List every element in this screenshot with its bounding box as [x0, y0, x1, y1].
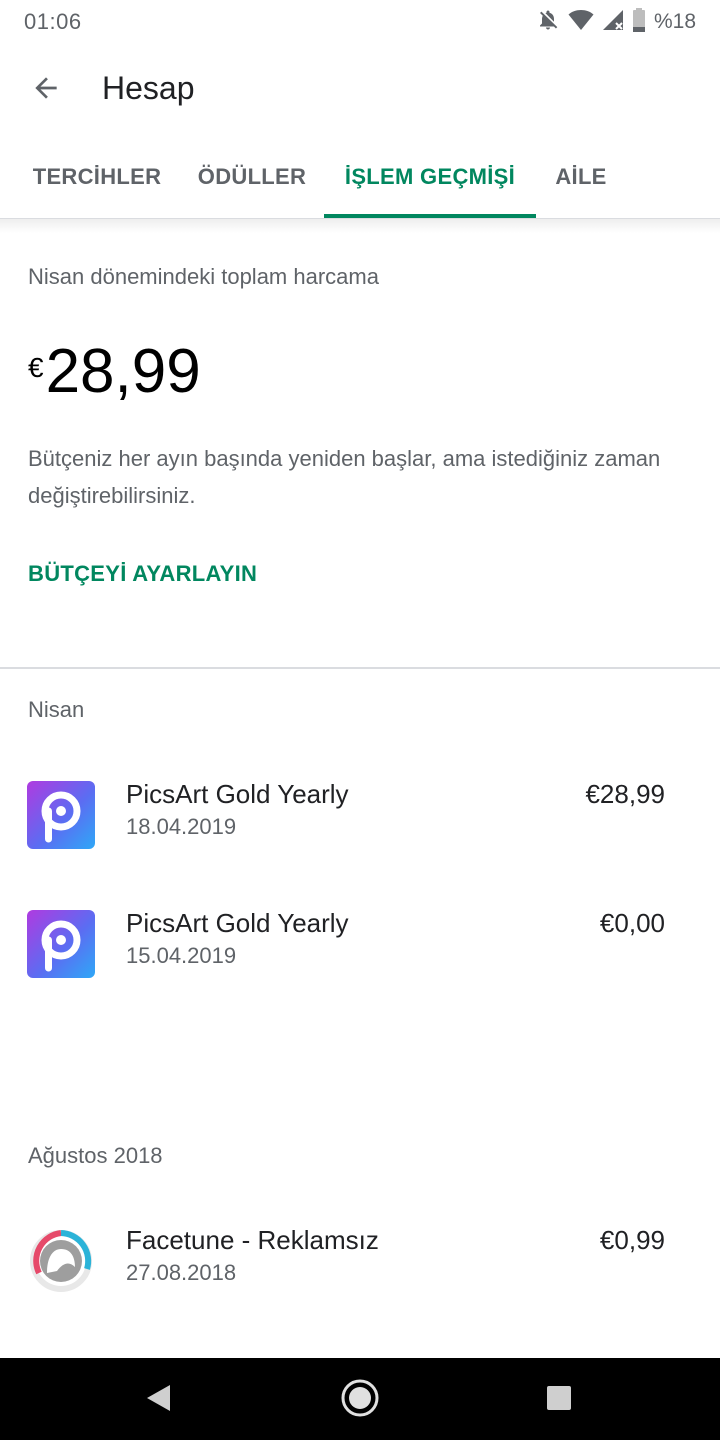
purchase-row[interactable]: PicsArt Gold Yearly 15.04.2019 €0,00	[0, 908, 720, 1020]
tab-shadow	[0, 219, 720, 233]
tab-order-history[interactable]: İŞLEM GEÇMİŞİ	[324, 136, 536, 218]
page-title: Hesap	[102, 70, 195, 106]
signal-icon	[602, 9, 624, 36]
purchase-name: PicsArt Gold Yearly	[126, 779, 349, 809]
currency-symbol: €	[28, 352, 44, 383]
back-button[interactable]	[20, 68, 72, 112]
system-nav-bar	[0, 1358, 720, 1440]
status-bar: 01:06 %18	[0, 0, 720, 44]
recents-square-icon	[546, 1385, 572, 1416]
nav-back-button[interactable]	[136, 1378, 180, 1422]
nav-recents-button[interactable]	[537, 1378, 581, 1422]
purchase-date: 18.04.2019	[126, 814, 237, 839]
arrow-back-icon	[30, 72, 62, 109]
battery-icon	[632, 7, 646, 37]
divider	[0, 667, 720, 669]
purchase-date: 15.04.2019	[126, 943, 237, 968]
total-spending: € 28,99	[28, 336, 201, 408]
purchase-date: 27.08.2018	[126, 1260, 237, 1285]
budget-description: Bütçeniz her ayın başında yeniden başlar…	[28, 446, 661, 508]
total-amount: 28,99	[45, 337, 201, 406]
app-bar: Hesap	[0, 44, 720, 136]
purchase-price: €0,00	[599, 908, 665, 938]
bell-off-icon	[536, 8, 560, 37]
purchase-row[interactable]: Facetune - Reklamsız 27.08.2018 €0,99	[0, 1225, 720, 1337]
tab-family[interactable]: AİLE	[540, 136, 622, 218]
purchase-name: PicsArt Gold Yearly	[126, 908, 349, 938]
tab-rewards[interactable]: ÖDÜLLER	[182, 136, 322, 218]
set-budget-button[interactable]: BÜTÇEYİ AYARLAYIN	[28, 561, 257, 587]
section-header: Ağustos 2018	[28, 1143, 163, 1168]
status-icons: %18	[536, 7, 696, 37]
purchase-row[interactable]: PicsArt Gold Yearly 18.04.2019 €28,99	[0, 779, 720, 891]
active-tab-indicator	[324, 214, 536, 218]
picsart-app-icon	[27, 781, 95, 849]
status-time: 01:06	[24, 9, 82, 34]
purchase-name: Facetune - Reklamsız	[126, 1225, 379, 1255]
home-circle-icon	[340, 1378, 380, 1423]
spending-summary-label: Nisan dönemindeki toplam harcama	[28, 264, 379, 289]
picsart-app-icon	[27, 910, 95, 978]
purchase-price: €0,99	[599, 1225, 665, 1255]
section-header: Nisan	[28, 697, 85, 722]
facetune-app-icon	[27, 1227, 95, 1295]
battery-percent: %18	[653, 10, 696, 33]
back-triangle-icon	[144, 1383, 172, 1418]
wifi-icon	[568, 9, 594, 36]
tab-bar: TERCİHLER ÖDÜLLER İŞLEM GEÇMİŞİ AİLE	[0, 136, 720, 219]
tab-preferences[interactable]: TERCİHLER	[14, 136, 180, 218]
nav-home-button[interactable]	[338, 1378, 382, 1422]
purchase-price: €28,99	[585, 779, 665, 809]
